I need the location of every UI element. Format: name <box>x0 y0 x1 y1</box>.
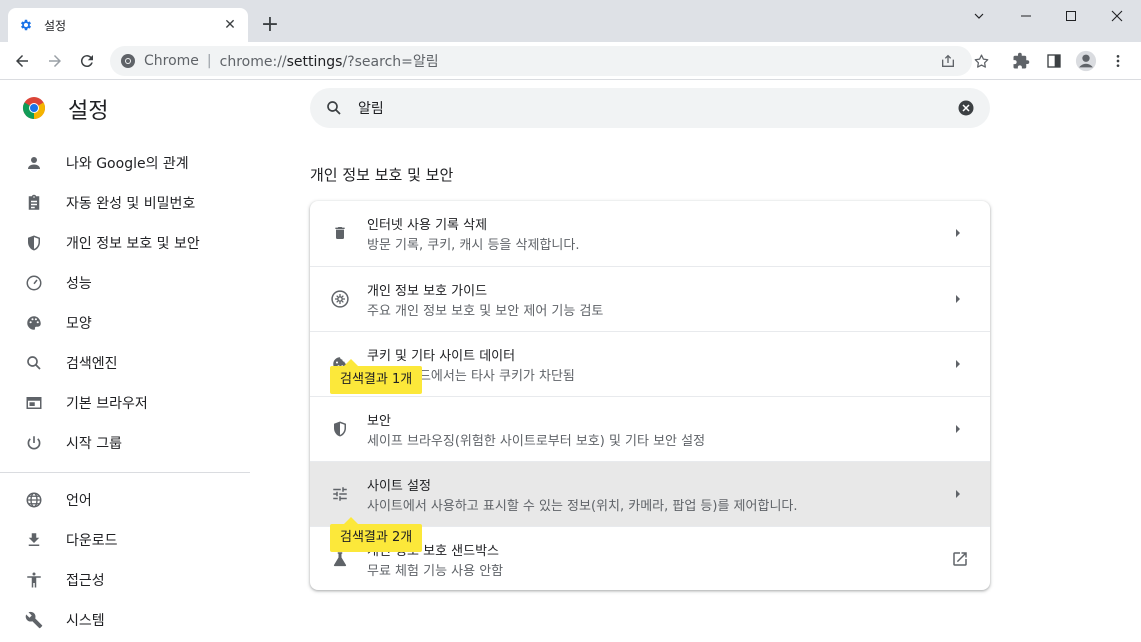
sidebar-item-accessibility[interactable]: 접근성 <box>0 560 250 600</box>
compass-icon <box>330 289 350 309</box>
minimize-button[interactable] <box>1003 0 1049 32</box>
profile-avatar-icon[interactable] <box>1074 49 1098 73</box>
search-result-bubble: 검색결과 1개 <box>330 359 423 394</box>
sidebar-item-search-engine[interactable]: 검색엔진 <box>0 343 250 383</box>
new-tab-button[interactable]: + <box>258 12 282 37</box>
back-arrow-icon[interactable] <box>10 49 34 73</box>
url-text: chrome://settings/?search=알림 <box>219 54 439 70</box>
maximize-button[interactable] <box>1048 0 1094 32</box>
sidebar-item-label: 언어 <box>66 493 92 509</box>
browser-toolbar: Chrome | chrome://settings/?search=알림 <box>0 42 1141 80</box>
arrow-right-icon <box>950 225 966 241</box>
sidebar-item-label: 검색엔진 <box>66 356 118 372</box>
sidebar-item-label: 다운로드 <box>66 533 118 549</box>
url-separator: | <box>206 53 212 69</box>
arrow-right-icon <box>950 486 966 502</box>
address-bar[interactable]: Chrome | chrome://settings/?search=알림 <box>110 46 988 76</box>
bookmark-star-icon[interactable] <box>971 51 991 71</box>
row-title: 쿠키 및 기타 사이트 데이터 <box>367 349 516 364</box>
sidebar-item-you-and-google[interactable]: 나와 Google의 관계 <box>0 143 250 183</box>
sidebar-item-label: 기본 브라우저 <box>66 396 148 412</box>
row-site-settings[interactable]: 사이트 설정 사이트에서 사용하고 표시할 수 있는 정보(위치, 카메라, 팝… <box>310 461 990 526</box>
search-icon <box>24 353 44 373</box>
sidebar-item-label: 시스템 <box>66 613 105 629</box>
share-icon[interactable] <box>938 51 958 71</box>
flask-icon <box>330 549 350 569</box>
reload-icon[interactable] <box>75 49 99 73</box>
download-icon <box>24 530 44 550</box>
speedometer-icon <box>24 273 44 293</box>
sidebar-item-languages[interactable]: 언어 <box>0 480 250 520</box>
search-input[interactable]: 알림 <box>358 98 384 118</box>
row-subtitle: 주요 개인 정보 보호 및 보안 제어 기능 검토 <box>367 304 604 319</box>
tune-icon <box>330 484 350 504</box>
forward-arrow-icon[interactable] <box>43 49 67 73</box>
trash-icon <box>330 223 350 243</box>
browser-icon <box>24 393 44 413</box>
close-window-button[interactable] <box>1094 0 1140 32</box>
row-security[interactable]: 보안 세이프 브라우징(위험한 사이트로부터 보호) 및 기타 보안 설정 <box>310 396 990 461</box>
sidebar-item-performance[interactable]: 성능 <box>0 263 250 303</box>
sidebar-item-downloads[interactable]: 다운로드 <box>0 520 250 560</box>
url-origin: Chrome <box>144 53 199 69</box>
row-subtitle: 방문 기록, 쿠키, 캐시 등을 삭제합니다. <box>367 238 580 253</box>
power-icon <box>24 433 44 453</box>
section-title: 개인 정보 보호 및 보안 <box>310 166 454 184</box>
sidebar-item-autofill[interactable]: 자동 완성 및 비밀번호 <box>0 183 250 223</box>
shield-icon <box>24 233 44 253</box>
sidebar-item-default-browser[interactable]: 기본 브라우저 <box>0 383 250 423</box>
sidebar-item-on-startup[interactable]: 시작 그룹 <box>0 423 250 463</box>
side-panel-icon[interactable] <box>1042 49 1066 73</box>
sidebar-divider <box>0 472 250 473</box>
more-vert-icon[interactable] <box>1106 49 1130 73</box>
settings-search-field[interactable]: 알림 <box>310 88 990 128</box>
chrome-logo-icon <box>22 96 46 120</box>
sidebar-item-appearance[interactable]: 모양 <box>0 303 250 343</box>
row-clear-browsing-data[interactable]: 인터넷 사용 기록 삭제 방문 기록, 쿠키, 캐시 등을 삭제합니다. <box>310 201 990 266</box>
wrench-icon <box>24 610 44 630</box>
close-tab-icon[interactable]: ✕ <box>222 17 238 33</box>
row-subtitle: 세이프 브라우징(위험한 사이트로부터 보호) 및 기타 보안 설정 <box>367 434 706 449</box>
tab-strip: 설정 ✕ + <box>0 0 1141 42</box>
sidebar-item-label: 개인 정보 보호 및 보안 <box>66 236 200 252</box>
row-title: 보안 <box>367 414 391 429</box>
row-subtitle: 사이트에서 사용하고 표시할 수 있는 정보(위치, 카메라, 팝업 등)를 제… <box>367 499 798 514</box>
sidebar-item-label: 모양 <box>66 316 92 332</box>
clear-search-icon[interactable] <box>956 98 976 118</box>
search-icon <box>324 98 344 118</box>
arrow-right-icon <box>950 356 966 372</box>
sidebar-item-system[interactable]: 시스템 <box>0 600 250 640</box>
sidebar-item-label: 성능 <box>66 276 92 292</box>
page-title: 설정 <box>68 99 109 124</box>
row-title: 인터넷 사용 기록 삭제 <box>367 218 488 233</box>
accessibility-icon <box>24 570 44 590</box>
sidebar-item-label: 나와 Google의 관계 <box>66 156 189 172</box>
palette-icon <box>24 313 44 333</box>
row-subtitle: 무료 체험 기능 사용 안함 <box>367 564 504 579</box>
sidebar-item-privacy[interactable]: 개인 정보 보호 및 보안 <box>0 223 250 263</box>
row-title: 사이트 설정 <box>367 479 431 494</box>
row-privacy-guide[interactable]: 개인 정보 보호 가이드 주요 개인 정보 보호 및 보안 제어 기능 검토 <box>310 266 990 331</box>
tab-title: 설정 <box>44 18 67 33</box>
arrow-right-icon <box>950 421 966 437</box>
globe-icon <box>24 490 44 510</box>
open-in-new-icon[interactable] <box>950 549 970 569</box>
arrow-right-icon <box>950 291 966 307</box>
clipboard-icon <box>24 193 44 213</box>
chevron-down-icon[interactable] <box>956 0 1002 32</box>
chrome-icon <box>120 53 136 69</box>
search-result-bubble: 검색결과 2개 <box>330 517 423 552</box>
sidebar-item-label: 접근성 <box>66 573 105 589</box>
extensions-puzzle-icon[interactable] <box>1009 49 1033 73</box>
shield-icon <box>330 419 350 439</box>
sidebar-item-label: 시작 그룹 <box>66 436 122 452</box>
gear-icon <box>18 17 34 33</box>
person-icon <box>24 153 44 173</box>
tab-settings[interactable]: 설정 ✕ <box>8 8 248 42</box>
sidebar-item-label: 자동 완성 및 비밀번호 <box>66 196 196 212</box>
row-title: 개인 정보 보호 가이드 <box>367 284 488 299</box>
